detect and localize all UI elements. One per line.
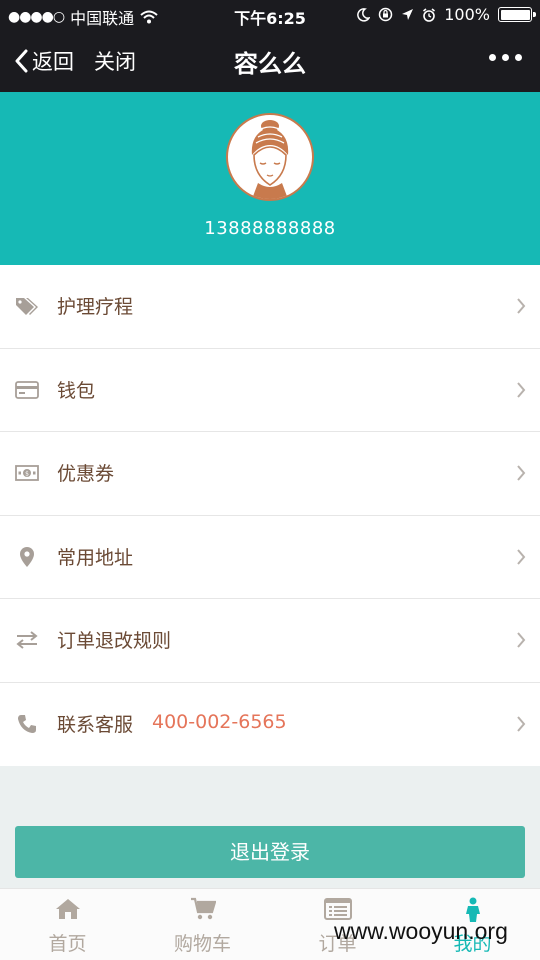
battery-icon — [498, 7, 536, 22]
moon-icon — [357, 7, 371, 22]
tag-icon — [14, 293, 40, 319]
user-phone: 13888888888 — [204, 218, 336, 239]
menu-item-label: 联系客服 — [57, 713, 134, 736]
menu-item-addresses[interactable]: 常用地址 — [0, 516, 540, 599]
rotation-lock-icon — [379, 7, 393, 22]
tab-cart[interactable]: 购物车 — [135, 889, 270, 960]
location-arrow-icon — [402, 9, 414, 20]
tab-label: 购物车 — [173, 933, 231, 955]
alarm-icon — [423, 7, 436, 22]
status-bar: ●●●●○ 中国联通 下午6:25 100% — [0, 0, 540, 30]
more-dots-icon — [489, 54, 496, 61]
battery-percent: 100% — [444, 5, 490, 24]
avatar[interactable] — [226, 113, 314, 201]
card-icon — [14, 377, 40, 403]
swap-icon — [14, 627, 40, 653]
lady-logo-icon — [251, 120, 289, 199]
tab-label: 首页 — [48, 933, 87, 955]
location-pin-icon — [14, 544, 40, 570]
menu-item-customer-service[interactable]: 联系客服 400-002-6565 — [0, 683, 540, 767]
watermark: www.wooyun.org — [334, 918, 508, 944]
chevron-right-icon — [517, 548, 526, 565]
logout-button[interactable]: 退出登录 — [15, 826, 525, 878]
coupon-icon: $ — [14, 460, 40, 486]
nav-bar: 返回 关闭 容么么 — [0, 30, 540, 92]
page-title: 容么么 — [234, 50, 306, 78]
phone-icon — [14, 711, 40, 737]
cart-icon — [190, 897, 216, 920]
menu-item-label: 常用地址 — [57, 546, 134, 569]
service-hotline[interactable]: 400-002-6565 — [152, 711, 287, 733]
menu-item-refund-rules[interactable]: 订单退改规则 — [0, 599, 540, 683]
svg-text:$: $ — [25, 471, 29, 478]
chevron-right-icon — [517, 465, 526, 481]
menu-item-label: 优惠券 — [57, 463, 115, 485]
chevron-right-icon — [517, 632, 526, 648]
status-right: 100% — [356, 5, 536, 24]
chevron-right-icon — [517, 298, 526, 314]
home-icon — [55, 899, 80, 919]
tab-home[interactable]: 首页 — [0, 889, 135, 960]
menu-item-label: 钱包 — [57, 379, 96, 402]
menu-item-coupons[interactable]: $ 优惠券 — [0, 432, 540, 516]
menu-item-wallet[interactable]: 钱包 — [0, 349, 540, 432]
more-button[interactable] — [489, 54, 522, 61]
profile-header: 13888888888 — [0, 92, 540, 265]
menu-list: 护理疗程 钱包 $ 优惠券 常用地址 订单退改规则 联系客服 400-002-6… — [0, 265, 540, 766]
menu-item-care-course[interactable]: 护理疗程 — [0, 265, 540, 349]
chevron-right-icon — [517, 715, 526, 732]
menu-item-label: 订单退改规则 — [57, 630, 172, 652]
menu-item-label: 护理疗程 — [57, 296, 134, 318]
chevron-right-icon — [517, 381, 526, 398]
